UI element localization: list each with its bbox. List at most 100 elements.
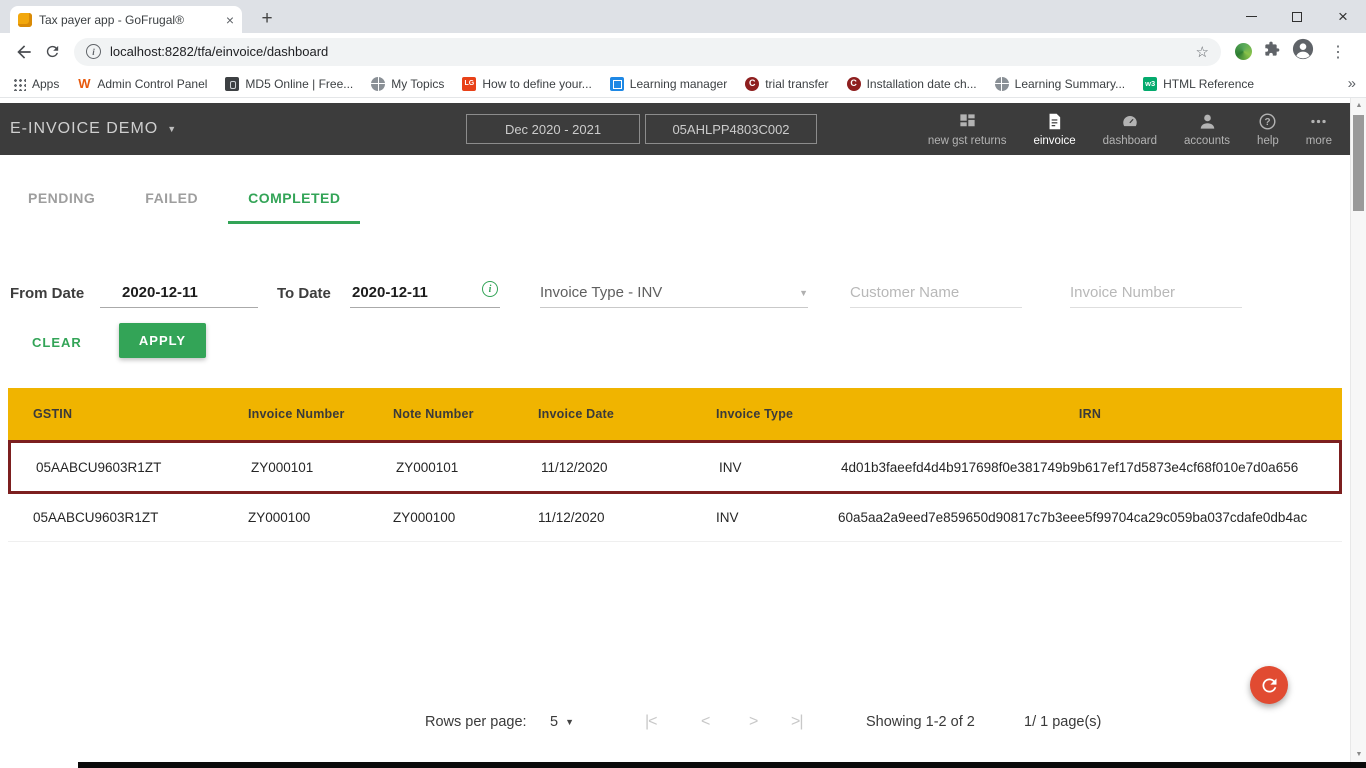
extension-icon[interactable]	[1235, 43, 1252, 60]
back-icon	[14, 42, 34, 62]
status-tabs: PENDING FAILED COMPLETED	[8, 190, 360, 224]
caret-down-icon: ▼	[565, 717, 574, 727]
lock-favicon	[225, 77, 239, 91]
bookmark-favicon	[610, 77, 624, 91]
showing-text: Showing 1-2 of 2	[866, 714, 975, 730]
bookmark-favicon: C	[745, 77, 759, 91]
table-row[interactable]: 05AABCU9603R1ZT ZY000100 ZY000100 11/12/…	[8, 494, 1342, 542]
refresh-icon	[1259, 675, 1280, 696]
nav-item-accounts[interactable]: accounts	[1184, 112, 1230, 147]
new-tab-button[interactable]: +	[254, 6, 280, 32]
app-title-dropdown[interactable]: E-INVOICE DEMO ▼	[10, 103, 177, 155]
nav-item-more[interactable]: more	[1306, 112, 1332, 147]
period-box[interactable]: Dec 2020 - 2021	[466, 114, 640, 144]
to-date-label: To Date	[277, 285, 331, 302]
globe-favicon	[371, 77, 385, 91]
bookmark-favicon: C	[847, 77, 861, 91]
col-note-number: Note Number	[393, 407, 538, 421]
last-page-button[interactable]: >|	[791, 713, 803, 731]
page-info-icon[interactable]: i	[86, 44, 101, 59]
invoice-number-input[interactable]	[1070, 278, 1242, 308]
back-button[interactable]	[10, 38, 38, 66]
url-text: localhost:8282/tfa/einvoice/dashboard	[110, 44, 1187, 59]
nav-item-new-gst-returns[interactable]: new gst returns	[928, 112, 1007, 147]
browser-tab[interactable]: Tax payer app - GoFrugal® ×	[10, 6, 242, 33]
tab-pending[interactable]: PENDING	[8, 190, 115, 224]
from-date-input[interactable]	[100, 278, 258, 308]
bookmark-item[interactable]: Learning manager	[610, 77, 727, 91]
tab-completed[interactable]: COMPLETED	[228, 190, 360, 224]
tab-close-icon[interactable]: ×	[226, 13, 234, 27]
w3-favicon: w3	[1143, 77, 1157, 91]
header-nav: new gst returns einvoice dashboard accou…	[928, 103, 1332, 155]
globe-favicon	[995, 77, 1009, 91]
nav-item-help[interactable]: ? help	[1257, 112, 1279, 147]
address-bar[interactable]: i localhost:8282/tfa/einvoice/dashboard …	[74, 38, 1221, 66]
grid-icon	[958, 112, 977, 131]
to-date-input[interactable]	[350, 278, 500, 308]
rows-per-page-label: Rows per page:	[425, 714, 527, 730]
rows-per-page-select[interactable]: 5 ▼	[550, 714, 574, 730]
invoice-table: GSTIN Invoice Number Note Number Invoice…	[8, 388, 1342, 542]
browser-menu-icon[interactable]: ⋮	[1324, 42, 1352, 62]
app-title: E-INVOICE DEMO	[10, 120, 158, 138]
minimize-icon	[1246, 16, 1257, 17]
browser-tab-strip: Tax payer app - GoFrugal® × + ×	[0, 0, 1366, 33]
invoice-type-select[interactable]: Invoice Type - INV ▼	[540, 278, 808, 308]
bookmark-favicon: LG	[462, 77, 476, 91]
document-icon	[1046, 112, 1063, 131]
bookmark-item[interactable]: C Installation date ch...	[847, 77, 977, 91]
apply-button[interactable]: APPLY	[119, 323, 206, 358]
bookmark-item[interactable]: MD5 Online | Free...	[225, 77, 353, 91]
window-controls: ×	[1228, 0, 1366, 33]
customer-name-input[interactable]	[850, 278, 1022, 308]
scroll-thumb[interactable]	[1353, 115, 1364, 211]
tab-title: Tax payer app - GoFrugal®	[39, 13, 219, 27]
scroll-down-icon[interactable]: ▼	[1351, 747, 1366, 762]
col-invoice-date: Invoice Date	[538, 407, 716, 421]
caret-down-icon: ▼	[167, 124, 177, 134]
bookmark-item[interactable]: My Topics	[371, 77, 444, 91]
scroll-up-icon[interactable]: ▲	[1351, 98, 1366, 113]
extensions-puzzle-icon[interactable]	[1264, 41, 1280, 62]
date-info-icon[interactable]: i	[482, 281, 498, 297]
minimize-button[interactable]	[1228, 0, 1274, 33]
close-button[interactable]: ×	[1320, 0, 1366, 33]
bookmark-star-icon[interactable]: ☆	[1196, 43, 1209, 61]
maximize-icon	[1292, 12, 1302, 22]
bookmark-item[interactable]: LG How to define your...	[462, 77, 591, 91]
table-header: GSTIN Invoice Number Note Number Invoice…	[8, 388, 1342, 440]
nav-item-dashboard[interactable]: dashboard	[1103, 112, 1157, 147]
bottom-strip-notch	[0, 762, 78, 768]
clear-button[interactable]: CLEAR	[32, 335, 82, 350]
browser-navbar: i localhost:8282/tfa/einvoice/dashboard …	[0, 33, 1366, 70]
gstin-box[interactable]: 05AHLPP4803C002	[645, 114, 817, 144]
col-irn: IRN	[838, 407, 1342, 421]
person-icon	[1198, 112, 1217, 131]
bookmark-favicon: W	[77, 77, 91, 91]
first-page-button[interactable]: |<	[645, 713, 657, 731]
bookmark-item[interactable]: Learning Summary...	[995, 77, 1126, 91]
bookmark-item[interactable]: W Admin Control Panel	[77, 77, 207, 91]
bookmark-item-apps[interactable]: Apps	[12, 77, 59, 91]
vertical-scrollbar[interactable]: ▲ ▼	[1350, 98, 1366, 762]
col-invoice-number: Invoice Number	[248, 407, 393, 421]
tab-failed[interactable]: FAILED	[125, 190, 218, 224]
prev-page-button[interactable]: <	[701, 713, 709, 731]
next-page-button[interactable]: >	[749, 713, 757, 731]
table-row-selected[interactable]: 05AABCU9603R1ZT ZY000101 ZY000101 11/12/…	[8, 440, 1342, 494]
page-count-text: 1/ 1 page(s)	[1024, 714, 1101, 730]
profile-avatar[interactable]	[1292, 38, 1314, 65]
reload-button[interactable]	[38, 38, 66, 66]
more-icon	[1309, 112, 1328, 131]
col-invoice-type: Invoice Type	[716, 407, 838, 421]
bookmarks-overflow-icon[interactable]: »	[1348, 75, 1356, 92]
bookmark-item[interactable]: w3 HTML Reference	[1143, 77, 1254, 91]
bottom-strip	[0, 762, 1366, 768]
nav-item-einvoice[interactable]: einvoice	[1033, 112, 1075, 147]
app-header: E-INVOICE DEMO ▼ Dec 2020 - 2021 05AHLPP…	[0, 103, 1350, 155]
bookmark-item[interactable]: C trial transfer	[745, 77, 828, 91]
maximize-button[interactable]	[1274, 0, 1320, 33]
apps-grid-icon	[12, 77, 26, 91]
refresh-fab[interactable]	[1250, 666, 1288, 704]
